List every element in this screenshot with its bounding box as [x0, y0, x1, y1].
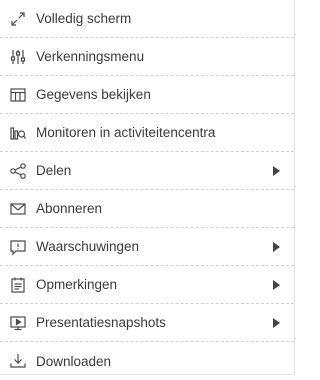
submenu-arrow-icon — [273, 317, 280, 328]
context-menu: Volledig scherm Verkenningsmenu Gegevens… — [0, 0, 295, 375]
menu-item-label: Verkenningsmenu — [36, 49, 145, 64]
menu-item-label: Abonneren — [36, 201, 103, 216]
menu-item-explore[interactable]: Verkenningsmenu — [0, 38, 294, 76]
menu-item-download[interactable]: Downloaden — [0, 342, 294, 380]
menu-item-subscribe[interactable]: Abonneren — [0, 190, 294, 228]
sliders-icon — [8, 47, 28, 67]
share-icon — [8, 161, 28, 181]
menu-item-label: Delen — [36, 163, 72, 178]
envelope-icon — [8, 199, 28, 219]
monitor-chart-icon — [8, 123, 28, 143]
fullscreen-icon — [8, 9, 28, 29]
download-icon — [8, 351, 28, 371]
menu-item-comments[interactable]: Opmerkingen — [0, 266, 294, 304]
menu-item-snapshots[interactable]: Presentatiesnapshots — [0, 304, 294, 342]
menu-item-fullscreen[interactable]: Volledig scherm — [0, 0, 294, 38]
menu-item-label: Presentatiesnapshots — [36, 315, 166, 330]
alert-icon — [8, 237, 28, 257]
menu-item-share[interactable]: Delen — [0, 152, 294, 190]
presentation-icon — [8, 313, 28, 333]
menu-item-label: Gegevens bekijken — [36, 87, 151, 102]
table-icon — [8, 85, 28, 105]
menu-item-label: Volledig scherm — [36, 11, 132, 26]
menu-item-monitor[interactable]: Monitoren in activiteitencentra — [0, 114, 294, 152]
menu-item-label: Opmerkingen — [36, 277, 118, 292]
submenu-arrow-icon — [273, 165, 280, 176]
submenu-arrow-icon — [273, 279, 280, 290]
menu-item-label: Waarschuwingen — [36, 239, 140, 254]
menu-item-alerts[interactable]: Waarschuwingen — [0, 228, 294, 266]
menu-item-label: Downloaden — [36, 353, 112, 369]
submenu-arrow-icon — [273, 241, 280, 252]
notes-icon — [8, 275, 28, 295]
menu-item-label: Monitoren in activiteitencentra — [36, 125, 216, 140]
menu-item-view-data[interactable]: Gegevens bekijken — [0, 76, 294, 114]
